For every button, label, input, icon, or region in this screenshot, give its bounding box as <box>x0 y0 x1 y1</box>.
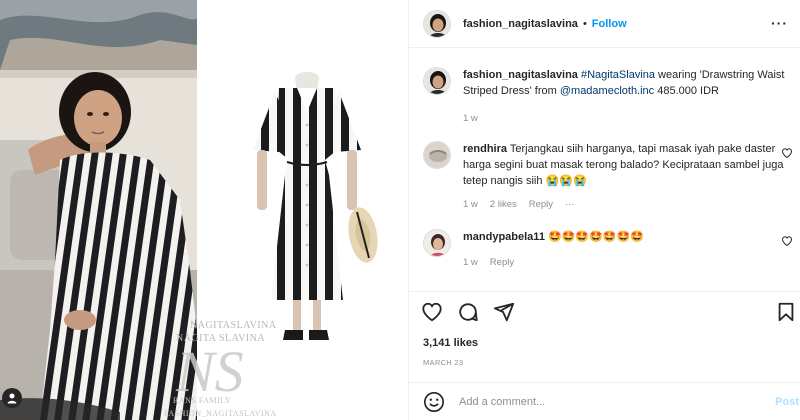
model-photo-illustration <box>0 0 197 420</box>
comment-username[interactable]: rendhira <box>463 143 507 155</box>
comment-icon[interactable] <box>457 301 479 323</box>
watermark-nagitaslavina: NAGITASLAVINA <box>190 320 277 331</box>
comment-text: 🤩🤩🤩🤩🤩🤩🤩 <box>548 231 644 243</box>
ns-logo-text: NS <box>175 339 244 401</box>
post-comment-button[interactable]: Post <box>775 396 799 408</box>
caption-text: fashion_nagitaslavina #NagitaSlavina wea… <box>463 67 793 99</box>
post-date[interactable]: MARCH 23 <box>423 358 463 367</box>
comment-text-wrap: mandypabela11 🤩🤩🤩🤩🤩🤩🤩 <box>463 229 793 245</box>
commenter-avatar-mandypabela11[interactable] <box>423 229 451 257</box>
emoji-icon[interactable] <box>423 391 445 413</box>
comment-username[interactable]: mandypabela11 <box>463 231 545 243</box>
header-separator: • <box>582 17 587 30</box>
comment-text: Terjangkau siih harganya, tapi masak iya… <box>463 143 784 187</box>
comment-input[interactable] <box>459 396 749 408</box>
author-avatar[interactable] <box>423 9 451 38</box>
heart-icon[interactable] <box>421 301 443 323</box>
comment-options-icon[interactable]: ··· <box>565 197 575 213</box>
author-username[interactable]: fashion_nagitaslavina <box>463 18 578 30</box>
comment-like-heart-icon[interactable] <box>781 147 793 159</box>
comment-body: rendhira Terjangkau siih harganya, tapi … <box>463 141 793 213</box>
caption-entry: fashion_nagitaslavina #NagitaSlavina wea… <box>423 67 793 127</box>
comment-meta: 1 w 2 likes Reply ··· <box>463 197 793 213</box>
user-tag-icon[interactable] <box>2 388 22 408</box>
comments-list[interactable]: fashion_nagitaslavina #NagitaSlavina wea… <box>409 49 800 290</box>
commenter-avatar-rendhira[interactable] <box>423 141 451 169</box>
comment-age[interactable]: 1 w <box>463 197 478 213</box>
bookmark-icon[interactable] <box>775 301 797 323</box>
comment-age[interactable]: 1 w <box>463 255 478 271</box>
caption-hashtag[interactable]: #NagitaSlavina <box>581 69 655 81</box>
comment-item: rendhira Terjangkau siih harganya, tapi … <box>423 141 793 213</box>
ns-watermark-logo: NS <box>175 339 244 401</box>
user-tag-glyph <box>7 393 17 404</box>
comment-reply-button[interactable]: Reply <box>490 255 514 271</box>
share-icon[interactable] <box>493 301 515 323</box>
comment-reply-button[interactable]: Reply <box>529 197 553 213</box>
caption-mention[interactable]: @madamecloth.inc <box>560 85 654 97</box>
add-comment-bar: Post <box>409 382 800 420</box>
likes-count[interactable]: 3,141 likes <box>423 337 478 349</box>
caption-username[interactable]: fashion_nagitaslavina <box>463 69 578 81</box>
watermark-rans-family: RANS FAMILY <box>173 396 232 405</box>
post-sidebar: fashion_nagitaslavina • Follow ··· fashi… <box>408 0 800 420</box>
caption-avatar[interactable] <box>423 67 451 95</box>
caption-avatar-image <box>424 68 450 94</box>
action-buttons <box>421 301 515 323</box>
commenter-avatar-image <box>424 142 450 168</box>
watermark-fashion-handle: FASHION_NAGITASLAVINA <box>164 409 277 418</box>
photo-model-wearing-dress <box>0 0 197 420</box>
more-options-icon[interactable]: ··· <box>771 15 788 31</box>
watermark-nagita-slavina: NAGITA SLAVINA <box>176 333 266 344</box>
comment-meta: 1 w Reply <box>463 255 793 271</box>
author-avatar-image <box>424 10 450 37</box>
comment-text-wrap: rendhira Terjangkau siih harganya, tapi … <box>463 141 793 189</box>
commenter-avatar-image <box>424 230 450 256</box>
caption-meta: 1 w <box>463 111 793 127</box>
post-header: fashion_nagitaslavina • Follow ··· <box>409 0 800 48</box>
post-actions: 3,141 likes MARCH 23 Post <box>409 291 800 420</box>
comment-likes[interactable]: 2 likes <box>490 197 517 213</box>
comment-like-heart-icon[interactable] <box>781 235 793 247</box>
follow-button[interactable]: Follow <box>592 18 627 30</box>
caption-body: fashion_nagitaslavina #NagitaSlavina wea… <box>463 67 793 127</box>
caption-age[interactable]: 1 w <box>463 111 478 127</box>
post-media[interactable]: NS NAGITASLAVINA NAGITA SLAVINA RANS FAM… <box>0 0 408 420</box>
caption-text-after: 485.000 IDR <box>654 85 720 97</box>
comment-body: mandypabela11 🤩🤩🤩🤩🤩🤩🤩 1 w Reply <box>463 229 793 271</box>
comment-item: mandypabela11 🤩🤩🤩🤩🤩🤩🤩 1 w Reply <box>423 229 793 271</box>
